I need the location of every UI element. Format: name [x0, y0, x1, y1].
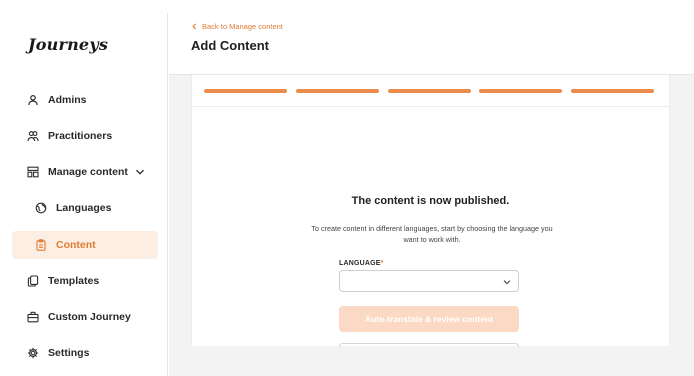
language-select[interactable] [339, 270, 519, 292]
sidebar-item-label: Settings [48, 347, 90, 359]
wizard-progress [204, 89, 654, 93]
user-icon [26, 93, 40, 107]
sidebar-item-label: Content [56, 239, 96, 251]
app-logo[interactable]: Journeys [28, 35, 108, 54]
users-icon [26, 129, 40, 143]
divider [192, 106, 669, 107]
sidebar-item-label: Admins [48, 94, 87, 106]
published-title: The content is now published. [351, 195, 510, 207]
chevron-down-icon [503, 278, 511, 286]
language-label-text: LANGUAGE [339, 260, 381, 267]
sidebar-item-custom-journey[interactable]: Custom Journey [12, 303, 158, 331]
wizard-step-4 [479, 89, 563, 93]
sidebar-item-label: Languages [56, 202, 112, 214]
sidebar-item-label: Templates [48, 275, 100, 287]
page-header: Back to Manage content Add Content [169, 13, 694, 75]
wizard-step-2 [295, 89, 379, 93]
copy-icon [26, 274, 40, 288]
sidebar-item-manage-content[interactable]: Manage content [12, 158, 158, 186]
wizard-step-5 [571, 89, 654, 93]
sidebar-item-admins[interactable]: Admins [12, 86, 158, 114]
wizard-step-1 [204, 89, 287, 93]
language-label: LANGUAGE* [339, 260, 384, 267]
sidebar: Journeys Admins Practitioners Manage con… [0, 13, 168, 376]
sidebar-item-settings[interactable]: Settings [12, 339, 158, 367]
sidebar-item-content[interactable]: Content [12, 231, 158, 259]
sidebar-item-label: Manage content [48, 166, 128, 178]
sidebar-item-practitioners[interactable]: Practitioners [12, 122, 158, 150]
main-content: The content is now published. To create … [169, 75, 694, 376]
layout-icon [26, 165, 40, 179]
back-link[interactable]: Back to Manage content [191, 22, 283, 31]
wizard-step-3 [387, 89, 471, 93]
content-card: The content is now published. To create … [191, 75, 670, 347]
sidebar-item-label: Custom Journey [48, 311, 131, 323]
published-description: To create content in different languages… [311, 224, 553, 244]
briefcase-icon [26, 310, 40, 324]
sidebar-item-languages[interactable]: Languages [12, 194, 158, 222]
sidebar-item-label: Practitioners [48, 130, 113, 142]
secondary-button[interactable] [339, 343, 519, 347]
sidebar-item-templates[interactable]: Templates [12, 267, 158, 295]
back-link-label[interactable]: Back to Manage content [202, 22, 283, 31]
auto-translate-button[interactable]: Auto-translate & review content [339, 306, 519, 332]
chevron-left-icon [191, 23, 198, 30]
globe-icon [34, 201, 48, 215]
page-title: Add Content [191, 38, 269, 53]
gear-icon [26, 346, 40, 360]
clipboard-icon [34, 238, 48, 252]
app-frame: Journeys Admins Practitioners Manage con… [0, 13, 694, 376]
required-marker: * [380, 260, 384, 267]
chevron-down-icon[interactable] [135, 167, 145, 177]
